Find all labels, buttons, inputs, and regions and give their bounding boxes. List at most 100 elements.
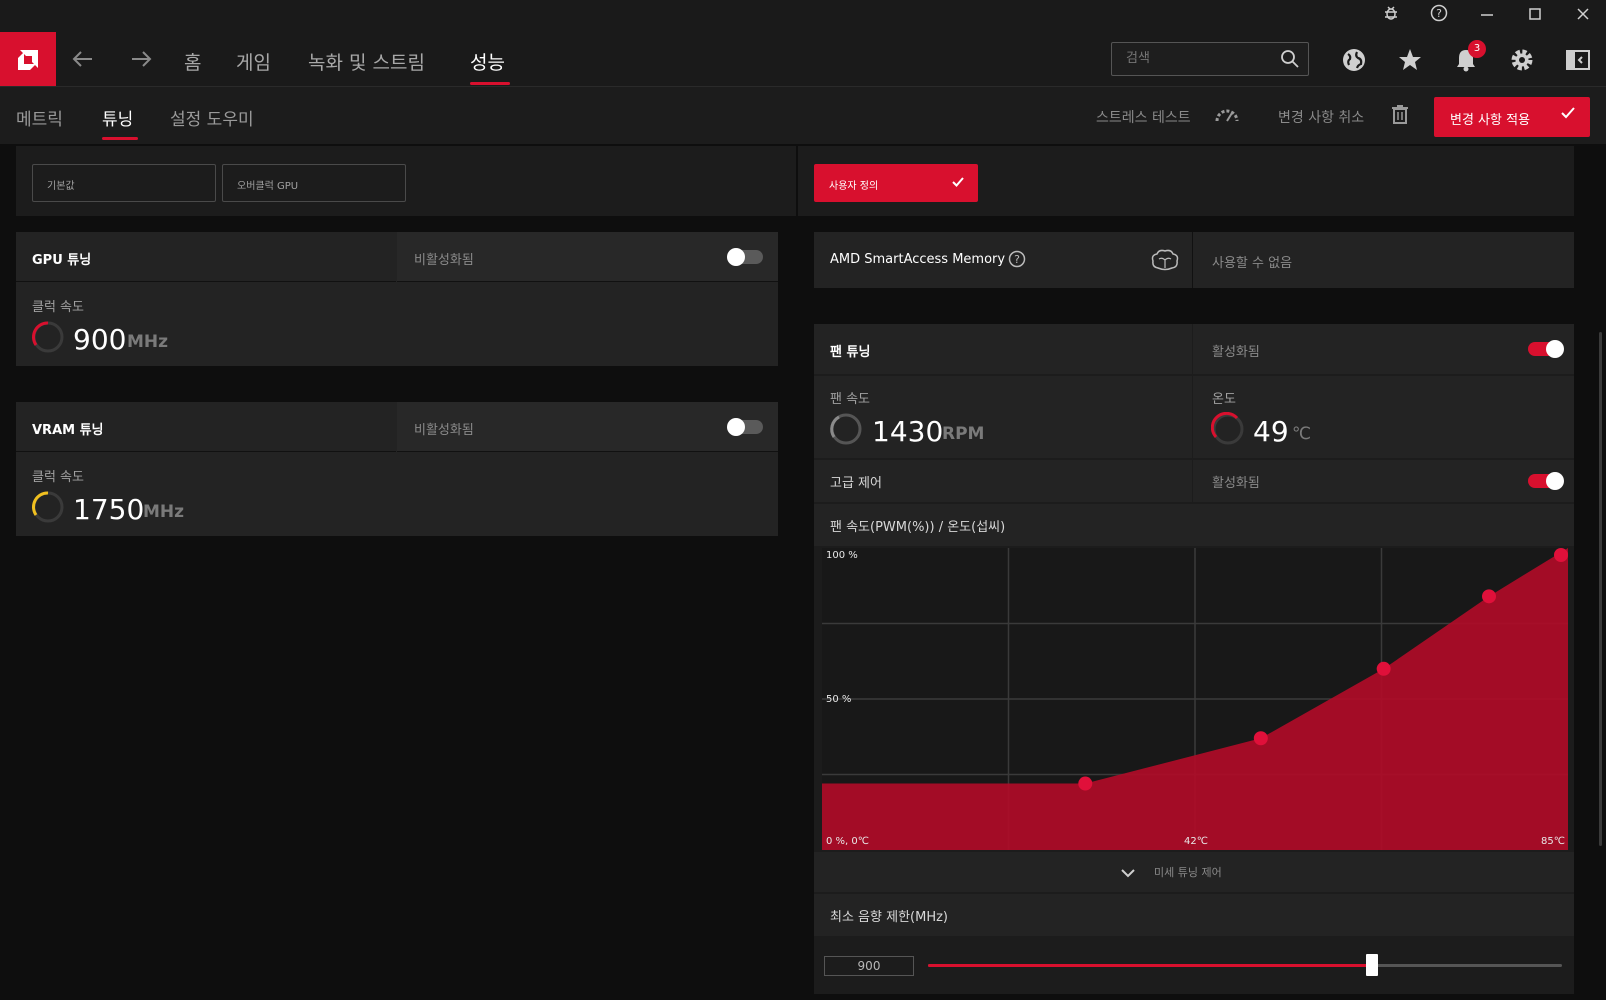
fan-tuning-title: 팬 튜닝 xyxy=(830,345,871,360)
temperature-label: 온도 xyxy=(1212,392,1236,407)
preset-default-button[interactable]: 기본값 xyxy=(32,164,216,202)
toggle-knob xyxy=(727,418,745,436)
svg-text:?: ? xyxy=(1014,253,1020,266)
nav-performance[interactable]: 성능 xyxy=(470,48,505,75)
toggle-knob xyxy=(1546,472,1564,490)
tab-tuning[interactable]: 튜닝 xyxy=(102,105,133,130)
close-icon[interactable] xyxy=(1568,4,1598,28)
trash-icon[interactable] xyxy=(1390,103,1410,129)
globe-icon[interactable] xyxy=(1338,44,1370,76)
sidebar-toggle-icon[interactable] xyxy=(1562,44,1594,76)
vram-clock-value: 1750 xyxy=(73,493,145,526)
discard-changes-link[interactable]: 변경 사항 취소 xyxy=(1278,107,1364,127)
fan-speed-label: 팬 속도 xyxy=(830,392,871,407)
x-tick-label-85: 85℃ xyxy=(1541,836,1565,847)
back-arrow-icon[interactable] xyxy=(70,46,96,78)
gpu-tuning-title: GPU 튜닝 xyxy=(32,253,92,268)
fan-curve-chart[interactable]: 100 % 50 % 0 %, 0℃ 42℃ 85℃ xyxy=(822,548,1568,850)
fan-speed-cell xyxy=(814,376,1192,458)
minimize-icon[interactable] xyxy=(1472,4,1502,28)
y-tick-label-100: 100 % xyxy=(826,550,858,561)
gpu-clock-unit: MHz xyxy=(127,332,169,352)
stress-test-gauge-icon[interactable] xyxy=(1214,103,1240,129)
vram-tuning-toggle[interactable] xyxy=(727,418,763,436)
x-tick-label-42: 42℃ xyxy=(1184,836,1208,847)
temperature-cell xyxy=(1193,376,1574,458)
advanced-control-status: 활성화됨 xyxy=(1212,476,1260,491)
nav-record-stream[interactable]: 녹화 및 스트림 xyxy=(308,48,425,75)
settings-gear-icon[interactable] xyxy=(1506,44,1538,76)
sub-navigation: 메트릭 튜닝 설정 도우미 스트레스 테스트 변경 사항 취소 변경 사항 적용 xyxy=(0,86,1606,144)
fan-curve-point[interactable] xyxy=(1376,661,1391,676)
vram-clock-unit: MHz xyxy=(143,502,185,522)
gpu-tuning-toggle[interactable] xyxy=(727,248,763,266)
forward-arrow-icon[interactable] xyxy=(128,46,154,78)
search-icon[interactable] xyxy=(1280,49,1300,73)
tab-setup-wizard[interactable]: 설정 도우미 xyxy=(170,105,254,130)
fan-speed-value: 1430 xyxy=(872,415,944,448)
fan-curve-point[interactable] xyxy=(1554,548,1568,562)
smart-access-help-icon[interactable]: ? xyxy=(1008,250,1026,272)
chevron-down-icon[interactable] xyxy=(1120,864,1136,883)
stress-test-link[interactable]: 스트레스 테스트 xyxy=(1096,107,1191,127)
title-bar: ? xyxy=(0,0,1606,32)
checkmark-icon xyxy=(1560,105,1576,125)
help-icon[interactable]: ? xyxy=(1424,4,1454,28)
chart-title: 팬 속도(PWM(%)) / 온도(섭씨) xyxy=(830,520,1006,535)
fan-tuning-header xyxy=(814,324,1192,374)
gpu-tuning-status: 비활성화됨 xyxy=(414,253,474,268)
advanced-control-toggle[interactable] xyxy=(1528,472,1564,490)
preset-custom-button[interactable]: 사용자 정의 xyxy=(814,164,978,202)
advanced-control-label: 고급 제어 xyxy=(830,476,882,491)
tab-metrics[interactable]: 메트릭 xyxy=(16,105,63,130)
svg-text:?: ? xyxy=(1436,7,1442,20)
top-navigation: 홈 게임 녹화 및 스트림 성능 3 xyxy=(0,32,1606,88)
fan-tuning-status: 활성화됨 xyxy=(1212,345,1260,360)
apply-changes-label: 변경 사항 적용 xyxy=(1450,113,1531,128)
y-tick-label-50: 50 % xyxy=(826,694,852,705)
temperature-gauge-icon xyxy=(1210,411,1245,446)
bug-report-icon[interactable] xyxy=(1376,4,1406,28)
gpu-clock-gauge-icon xyxy=(31,320,65,354)
fan-speed-unit: RPM xyxy=(942,424,985,444)
notifications-bell-icon[interactable]: 3 xyxy=(1450,40,1486,76)
preset-custom-check-icon xyxy=(951,175,965,192)
fan-speed-gauge-icon xyxy=(829,412,863,446)
preset-overclock-gpu-button[interactable]: 오버클럭 GPU xyxy=(222,164,406,202)
toggle-knob xyxy=(727,248,745,266)
min-acoustic-label: 최소 음향 제한(MHz) xyxy=(830,910,948,925)
nav-home[interactable]: 홈 xyxy=(184,48,201,75)
search-input[interactable] xyxy=(1126,51,1276,66)
fine-tune-label[interactable]: 미세 튜닝 제어 xyxy=(1154,864,1222,880)
fan-curve-point[interactable] xyxy=(1253,731,1268,746)
preset-default-label: 기본값 xyxy=(47,181,75,192)
temperature-unit: ℃ xyxy=(1292,424,1312,444)
fan-tuning-toggle[interactable] xyxy=(1528,340,1564,358)
smart-access-status: 사용할 수 없음 xyxy=(1212,256,1293,271)
preset-overclock-label: 오버클럭 GPU xyxy=(237,181,299,192)
min-acoustic-slider-fill xyxy=(928,964,1372,967)
amd-logo-icon[interactable] xyxy=(0,32,56,88)
x-tick-label-0: 0 %, 0℃ xyxy=(826,836,869,847)
fan-curve-svg[interactable] xyxy=(822,548,1568,850)
apply-changes-button[interactable]: 변경 사항 적용 xyxy=(1434,97,1590,137)
vram-clock-label: 클럭 속도 xyxy=(32,470,84,485)
vram-clock-gauge-icon xyxy=(31,490,65,524)
nav-games[interactable]: 게임 xyxy=(236,48,271,75)
gpu-clock-label: 클럭 속도 xyxy=(32,300,84,315)
nav-active-indicator xyxy=(470,82,510,85)
min-acoustic-slider-thumb[interactable] xyxy=(1365,954,1378,976)
fan-curve-point[interactable] xyxy=(1482,589,1497,604)
toggle-knob xyxy=(1546,340,1564,358)
favorites-star-icon[interactable] xyxy=(1394,44,1426,76)
vram-tuning-status: 비활성화됨 xyxy=(414,423,474,438)
fan-curve-point[interactable] xyxy=(1078,776,1093,791)
preset-custom-label: 사용자 정의 xyxy=(829,181,879,192)
tab-active-indicator xyxy=(102,137,138,140)
notification-badge: 3 xyxy=(1468,40,1486,58)
maximize-icon[interactable] xyxy=(1520,4,1550,28)
scrollbar[interactable] xyxy=(1599,332,1602,846)
min-acoustic-value-field[interactable]: 900 xyxy=(824,956,914,976)
search-box[interactable] xyxy=(1111,42,1309,76)
smart-access-title: AMD SmartAccess Memory xyxy=(830,252,1006,267)
